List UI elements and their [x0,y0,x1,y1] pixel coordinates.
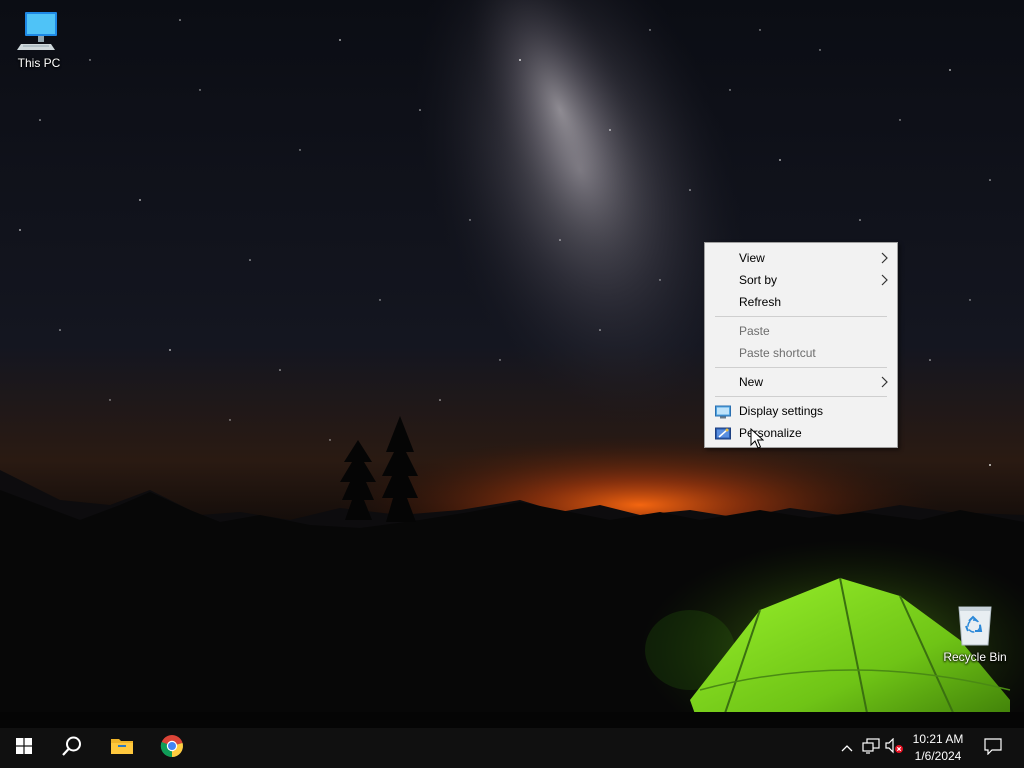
clock-date: 1/6/2024 [914,749,962,763]
windows-start-icon [16,737,32,759]
desktop-icon-label: This PC [17,56,61,70]
menu-item-paste: Paste [705,320,897,342]
menu-item-label: Sort by [739,273,778,287]
personalize-icon [715,426,731,440]
desktop-icon-label: Recycle Bin [943,650,1007,664]
search-button[interactable] [48,728,96,768]
network-button[interactable] [861,737,881,759]
search-icon [61,735,83,762]
chevron-right-icon [881,371,889,393]
desktop-icon-this-pc[interactable]: This PC [2,8,76,70]
menu-item-refresh[interactable]: Refresh [705,291,897,313]
menu-item-label: View [739,251,765,265]
menu-item-new[interactable]: New [705,371,897,393]
desktop-icon-recycle-bin[interactable]: Recycle Bin [938,602,1012,664]
menu-item-label: Paste shortcut [739,346,816,360]
notification-icon [984,737,1002,760]
chevron-right-icon [881,269,889,291]
menu-item-label: New [739,375,764,389]
menu-item-label: Refresh [739,295,782,309]
file-explorer-button[interactable] [98,728,146,768]
menu-item-view[interactable]: View [705,247,897,269]
show-hidden-icons-button[interactable] [837,738,857,758]
taskbar-clock[interactable]: 10:21 AM 1/6/2024 [906,730,970,766]
menu-item-display-settings[interactable]: Display settings [705,400,897,422]
volume-button[interactable] [885,737,905,759]
chrome-icon [160,734,184,763]
menu-item-sort-by[interactable]: Sort by [705,269,897,291]
chevron-up-icon [841,739,853,757]
menu-item-label: Display settings [739,404,824,418]
mouse-pointer-icon [750,428,764,449]
desktop[interactable]: This PC Recycle Bin View Sort by Refresh… [0,0,1024,768]
menu-separator [715,316,887,317]
menu-item-label: Paste [739,324,770,338]
recycle-bin-icon [951,602,999,648]
clock-time: 10:21 AM [912,732,964,746]
start-button[interactable] [0,728,48,768]
computer-icon [15,8,63,54]
taskbar: 10:21 AM 1/6/2024 [0,728,1024,768]
menu-item-paste-shortcut: Paste shortcut [705,342,897,364]
menu-separator [715,367,887,368]
menu-item-personalize[interactable]: Personalize [705,422,897,444]
network-icon [862,737,880,759]
display-icon [715,404,731,419]
file-explorer-icon [110,736,134,761]
menu-item-label: Personalize [739,426,802,440]
action-center-button[interactable] [978,728,1008,768]
chevron-right-icon [881,247,889,269]
chrome-button[interactable] [148,728,196,768]
menu-separator [715,396,887,397]
volume-muted-icon [885,737,905,759]
desktop-context-menu: View Sort by Refresh Paste Paste shortcu… [704,242,898,448]
